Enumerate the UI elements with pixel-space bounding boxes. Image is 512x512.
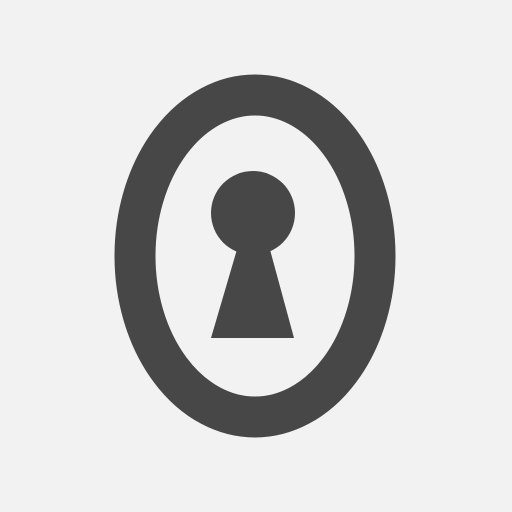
keyhole-top-circle <box>211 171 295 255</box>
icon-canvas <box>0 0 512 512</box>
keyhole-lock-icon <box>114 74 396 438</box>
keyhole-bottom-wedge <box>211 246 294 338</box>
